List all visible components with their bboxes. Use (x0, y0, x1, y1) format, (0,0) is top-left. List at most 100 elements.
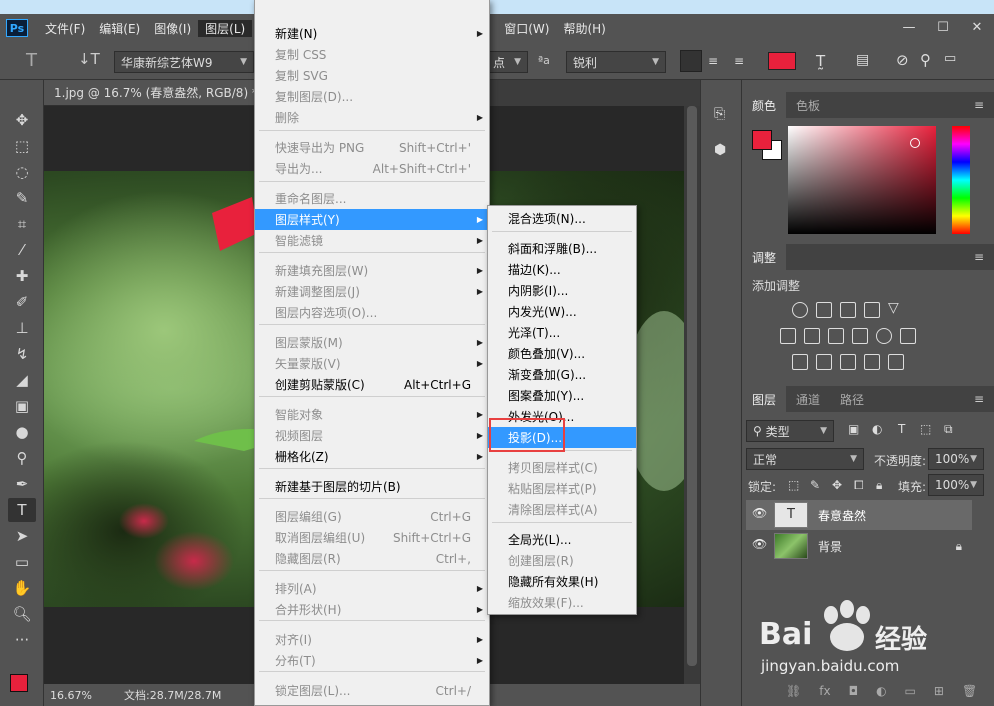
crop-tool-icon[interactable]: ⌗ (8, 212, 36, 236)
color-fg-swatch[interactable] (752, 130, 772, 150)
fill-input[interactable]: 100% ▼ (928, 474, 984, 496)
move-tool-icon[interactable]: ✥ (8, 108, 36, 132)
font-family-select[interactable]: 华康新综艺体W9 ▼ (114, 51, 254, 73)
panel-menu-icon[interactable]: ≡ (974, 250, 984, 264)
tab-adjustments[interactable]: 调整 (742, 244, 787, 270)
filter-type-icon[interactable]: T (898, 422, 905, 436)
font-unit-select[interactable]: 点 ▼ (486, 51, 528, 73)
layer-row-text[interactable]: 👁︎ T 春意盎然 (746, 500, 972, 530)
layer-filter-select[interactable]: ⚲ 类型 ▼ (746, 420, 834, 442)
tab-layers[interactable]: 图层 (742, 386, 787, 412)
layer-style-menu-item[interactable]: 内发光(W)... (488, 301, 636, 322)
lock-pixels-icon[interactable]: ⬚ (788, 478, 799, 492)
curves-icon[interactable] (840, 302, 856, 318)
filter-shape-icon[interactable]: ⬚ (920, 422, 931, 436)
layer-menu-item[interactable]: 新建调整图层(J) ▶ (255, 281, 489, 302)
new-group-icon[interactable]: ▭ (905, 684, 916, 698)
path-select-tool-icon[interactable]: ➤ (8, 524, 36, 548)
layer-menu-item[interactable]: 删除 ▶ (255, 107, 489, 128)
dodge-tool-icon[interactable]: ⚲ (8, 446, 36, 470)
align-right-icon[interactable]: ≡ (734, 54, 744, 68)
layer-style-menu-item[interactable]: 斜面和浮雕(B)... (488, 238, 636, 259)
menu-image[interactable]: 图像(I) (147, 20, 198, 37)
blend-mode-select[interactable]: 正常 ▼ (746, 448, 864, 470)
black-white-icon[interactable] (828, 328, 844, 344)
anti-alias-select[interactable]: 锐利 ▼ (566, 51, 666, 73)
hue-saturation-icon[interactable] (780, 328, 796, 344)
visibility-eye-icon[interactable]: 👁︎ (752, 506, 767, 520)
tab-color[interactable]: 颜色 (742, 92, 787, 118)
layer-style-menu-item[interactable]: 粘贴图层样式(P) (488, 478, 636, 499)
type-tool-icon[interactable]: T (8, 498, 36, 522)
pen-tool-icon[interactable]: ✒ (8, 472, 36, 496)
text-color-swatch[interactable] (768, 52, 796, 70)
layer-menu-item[interactable]: 分布(T) ▶ (255, 650, 489, 671)
workspace-icon[interactable]: ▭ (944, 51, 956, 66)
selective-color-icon[interactable] (864, 354, 880, 370)
layer-menu-item[interactable]: 新建填充图层(W) ▶ (255, 260, 489, 281)
warp-text-icon[interactable]: T̰ (816, 52, 825, 70)
eyedropper-tool-icon[interactable]: ⁄ (8, 238, 36, 262)
layer-menu-item[interactable]: 创建剪贴蒙版(C) Alt+Ctrl+G (255, 374, 489, 395)
type-tool-icon[interactable]: T (26, 50, 37, 71)
photo-filter-icon[interactable] (852, 328, 868, 344)
threshold-icon[interactable] (840, 354, 856, 370)
maximize-button[interactable]: ☐ (926, 14, 960, 40)
layer-menu-item[interactable]: 智能对象 ▶ (255, 404, 489, 425)
layer-menu-item[interactable]: 复制图层(D)... (255, 86, 489, 107)
gradient-map-icon[interactable] (888, 354, 904, 370)
panel-menu-icon[interactable]: ≡ (974, 392, 984, 406)
healing-brush-tool-icon[interactable]: ✚ (8, 264, 36, 288)
layer-menu-item[interactable]: 复制 SVG (255, 65, 489, 86)
brush-tool-icon[interactable]: ✐ (8, 290, 36, 314)
hue-slider[interactable] (952, 126, 970, 234)
lasso-tool-icon[interactable]: ◌ (8, 160, 36, 184)
filter-adjustment-icon[interactable]: ◐ (872, 422, 882, 436)
layer-menu-item[interactable]: 栅格化(Z) ▶ (255, 446, 489, 467)
toggle-orientation-icon[interactable]: ↓T (78, 50, 100, 68)
tab-paths[interactable]: 路径 (830, 386, 874, 412)
filter-pixel-icon[interactable]: ▣ (848, 422, 859, 436)
history-panel-icon[interactable]: ⎘ (714, 106, 725, 122)
color-lookup-icon[interactable] (900, 328, 916, 344)
rectangle-tool-icon[interactable]: ▭ (8, 550, 36, 574)
clone-stamp-tool-icon[interactable]: ⊥ (8, 316, 36, 340)
vertical-scrollbar[interactable] (684, 106, 700, 684)
lock-all-icon[interactable]: 🔒︎ (876, 478, 882, 493)
brightness-icon[interactable] (792, 302, 808, 318)
layer-style-menu-item[interactable]: 清除图层样式(A) (488, 499, 636, 520)
layer-menu-item[interactable]: 新建基于图层的切片(B) (255, 476, 489, 497)
layer-menu-item[interactable]: 图层内容选项(O)... (255, 302, 489, 323)
layer-style-menu-item[interactable]: 创建图层(R) (488, 550, 636, 571)
lock-image-icon[interactable]: ✎ (810, 478, 820, 492)
new-layer-icon[interactable]: ⊞ (934, 684, 944, 698)
layer-style-menu-item[interactable]: 光泽(T)... (488, 322, 636, 343)
layer-menu-item[interactable]: 图层蒙版(M) ▶ (255, 332, 489, 353)
layer-menu-item[interactable]: 重命名图层... (255, 188, 489, 209)
more-tools-icon[interactable]: ··· (8, 628, 36, 652)
layer-menu-item[interactable]: 快速导出为 PNG Shift+Ctrl+' (255, 137, 489, 158)
history-brush-tool-icon[interactable]: ↯ (8, 342, 36, 366)
layer-menu-item[interactable]: 锁定图层(L)... Ctrl+/ (255, 680, 489, 701)
menu-file[interactable]: 文件(F) (38, 20, 92, 37)
menu-layer[interactable]: 图层(L) (198, 19, 253, 37)
menu-window[interactable]: 窗口(W) (497, 20, 556, 37)
hand-tool-icon[interactable]: ✋ (8, 576, 36, 600)
color-balance-icon[interactable] (804, 328, 820, 344)
cancel-icon[interactable]: ⊘ (896, 51, 909, 69)
channel-mixer-icon[interactable] (876, 328, 892, 344)
layer-menu-item[interactable]: 隐藏图层(R) Ctrl+, (255, 548, 489, 569)
layer-menu-item[interactable]: 合并形状(H) ▶ (255, 599, 489, 620)
layer-menu-item[interactable]: 导出为... Alt+Shift+Ctrl+' (255, 158, 489, 179)
layer-style-menu-item[interactable]: 混合选项(N)... (488, 208, 636, 229)
layer-menu-item[interactable]: 对齐(I) ▶ (255, 629, 489, 650)
filter-smart-icon[interactable]: ⧉ (944, 422, 953, 437)
gradient-tool-icon[interactable]: ▣ (8, 394, 36, 418)
add-mask-icon[interactable]: ◘ (849, 684, 859, 698)
layer-menu-item[interactable]: 图层样式(Y) ▶ (255, 209, 489, 230)
posterize-icon[interactable] (816, 354, 832, 370)
layer-menu-item[interactable]: 视频图层 ▶ (255, 425, 489, 446)
minimize-button[interactable]: — (892, 14, 926, 40)
align-left-icon[interactable] (680, 50, 702, 72)
tab-channels[interactable]: 通道 (786, 386, 830, 412)
